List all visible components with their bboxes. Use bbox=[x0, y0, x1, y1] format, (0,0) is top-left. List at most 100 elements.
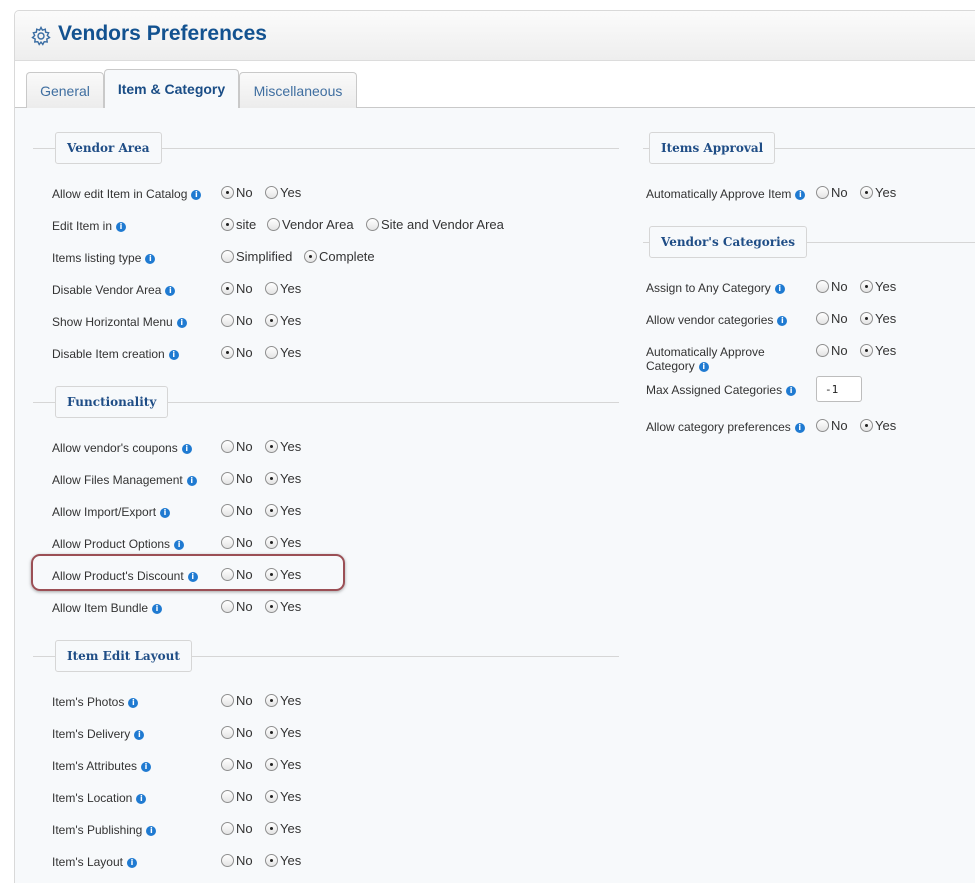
info-icon[interactable]: i bbox=[786, 386, 797, 396]
radio-button[interactable] bbox=[265, 472, 278, 485]
radio-button[interactable] bbox=[221, 504, 234, 517]
info-icon[interactable]: i bbox=[145, 254, 156, 264]
radio-option-yes[interactable]: Yes bbox=[265, 185, 301, 200]
radio-button[interactable] bbox=[816, 280, 829, 293]
info-icon[interactable]: i bbox=[116, 222, 127, 232]
radio-option-no[interactable]: No bbox=[221, 503, 253, 518]
radio-option-no[interactable]: No bbox=[221, 345, 253, 360]
radio-option-yes[interactable]: Yes bbox=[265, 757, 301, 772]
radio-option-yes[interactable]: Yes bbox=[265, 789, 301, 804]
radio-button[interactable] bbox=[265, 758, 278, 771]
info-icon[interactable]: i bbox=[186, 476, 197, 486]
info-icon[interactable]: i bbox=[181, 444, 192, 454]
radio-option-no[interactable]: No bbox=[221, 471, 253, 486]
tab-miscellaneous[interactable]: Miscellaneous bbox=[239, 72, 357, 108]
radio-option-vendor-area[interactable]: Vendor Area bbox=[267, 217, 354, 232]
radio-button[interactable] bbox=[265, 694, 278, 707]
radio-option-no[interactable]: No bbox=[221, 725, 253, 740]
radio-option-yes[interactable]: Yes bbox=[265, 599, 301, 614]
radio-button[interactable] bbox=[860, 280, 873, 293]
radio-option-yes[interactable]: Yes bbox=[265, 345, 301, 360]
radio-button[interactable] bbox=[860, 312, 873, 325]
radio-button[interactable] bbox=[221, 218, 234, 231]
info-icon[interactable]: i bbox=[795, 190, 806, 200]
radio-button[interactable] bbox=[265, 314, 278, 327]
radio-button[interactable] bbox=[816, 419, 829, 432]
radio-option-no[interactable]: No bbox=[816, 185, 848, 200]
radio-button[interactable] bbox=[221, 758, 234, 771]
info-icon[interactable]: i bbox=[128, 698, 139, 708]
radio-button[interactable] bbox=[265, 568, 278, 581]
radio-option-simplified[interactable]: Simplified bbox=[221, 249, 292, 264]
radio-button[interactable] bbox=[221, 568, 234, 581]
radio-button[interactable] bbox=[221, 790, 234, 803]
radio-button[interactable] bbox=[267, 218, 280, 231]
radio-option-yes[interactable]: Yes bbox=[265, 439, 301, 454]
radio-button[interactable] bbox=[221, 440, 234, 453]
radio-button[interactable] bbox=[860, 344, 873, 357]
info-icon[interactable]: i bbox=[134, 730, 145, 740]
radio-button[interactable] bbox=[221, 282, 234, 295]
info-icon[interactable]: i bbox=[152, 604, 163, 614]
info-icon[interactable]: i bbox=[777, 316, 788, 326]
radio-option-yes[interactable]: Yes bbox=[265, 693, 301, 708]
radio-option-site-and-vendor-area[interactable]: Site and Vendor Area bbox=[366, 217, 504, 232]
radio-option-yes[interactable]: Yes bbox=[860, 343, 896, 358]
info-icon[interactable]: i bbox=[698, 362, 709, 372]
radio-option-yes[interactable]: Yes bbox=[265, 313, 301, 328]
radio-option-no[interactable]: No bbox=[816, 418, 848, 433]
radio-button[interactable] bbox=[221, 822, 234, 835]
radio-option-no[interactable]: No bbox=[221, 439, 253, 454]
radio-option-yes[interactable]: Yes bbox=[265, 503, 301, 518]
info-icon[interactable]: i bbox=[165, 286, 176, 296]
info-icon[interactable]: i bbox=[191, 190, 202, 200]
radio-button[interactable] bbox=[221, 854, 234, 867]
max-assigned-categories-input[interactable] bbox=[816, 376, 862, 402]
info-icon[interactable]: i bbox=[136, 794, 147, 804]
radio-button[interactable] bbox=[265, 790, 278, 803]
info-icon[interactable]: i bbox=[174, 540, 185, 550]
radio-button[interactable] bbox=[221, 250, 234, 263]
info-icon[interactable]: i bbox=[187, 572, 198, 582]
radio-button[interactable] bbox=[221, 726, 234, 739]
info-icon[interactable]: i bbox=[176, 318, 187, 328]
radio-option-yes[interactable]: Yes bbox=[265, 567, 301, 582]
radio-option-no[interactable]: No bbox=[221, 281, 253, 296]
radio-button[interactable] bbox=[265, 600, 278, 613]
radio-option-no[interactable]: No bbox=[221, 535, 253, 550]
radio-option-yes[interactable]: Yes bbox=[265, 281, 301, 296]
radio-option-no[interactable]: No bbox=[221, 821, 253, 836]
radio-button[interactable] bbox=[221, 536, 234, 549]
radio-option-no[interactable]: No bbox=[816, 279, 848, 294]
radio-option-no[interactable]: No bbox=[221, 567, 253, 582]
radio-option-yes[interactable]: Yes bbox=[860, 279, 896, 294]
radio-button[interactable] bbox=[816, 312, 829, 325]
radio-option-yes[interactable]: Yes bbox=[860, 311, 896, 326]
radio-option-site[interactable]: site bbox=[221, 217, 256, 232]
radio-button[interactable] bbox=[265, 822, 278, 835]
radio-button[interactable] bbox=[265, 504, 278, 517]
info-icon[interactable]: i bbox=[774, 284, 785, 294]
radio-option-yes[interactable]: Yes bbox=[860, 185, 896, 200]
radio-option-yes[interactable]: Yes bbox=[860, 418, 896, 433]
radio-option-no[interactable]: No bbox=[221, 853, 253, 868]
radio-button[interactable] bbox=[221, 186, 234, 199]
tab-general[interactable]: General bbox=[26, 72, 104, 108]
radio-button[interactable] bbox=[221, 346, 234, 359]
radio-option-yes[interactable]: Yes bbox=[265, 853, 301, 868]
radio-button[interactable] bbox=[304, 250, 317, 263]
info-icon[interactable]: i bbox=[160, 508, 171, 518]
radio-option-yes[interactable]: Yes bbox=[265, 725, 301, 740]
tab-item-category[interactable]: Item & Category bbox=[104, 69, 239, 109]
radio-option-yes[interactable]: Yes bbox=[265, 471, 301, 486]
radio-button[interactable] bbox=[265, 726, 278, 739]
radio-button[interactable] bbox=[265, 186, 278, 199]
radio-button[interactable] bbox=[366, 218, 379, 231]
info-icon[interactable]: i bbox=[146, 826, 157, 836]
radio-option-no[interactable]: No bbox=[816, 311, 848, 326]
info-icon[interactable]: i bbox=[794, 423, 805, 433]
info-icon[interactable]: i bbox=[168, 350, 179, 360]
radio-button[interactable] bbox=[265, 440, 278, 453]
radio-button[interactable] bbox=[221, 600, 234, 613]
radio-option-no[interactable]: No bbox=[221, 185, 253, 200]
